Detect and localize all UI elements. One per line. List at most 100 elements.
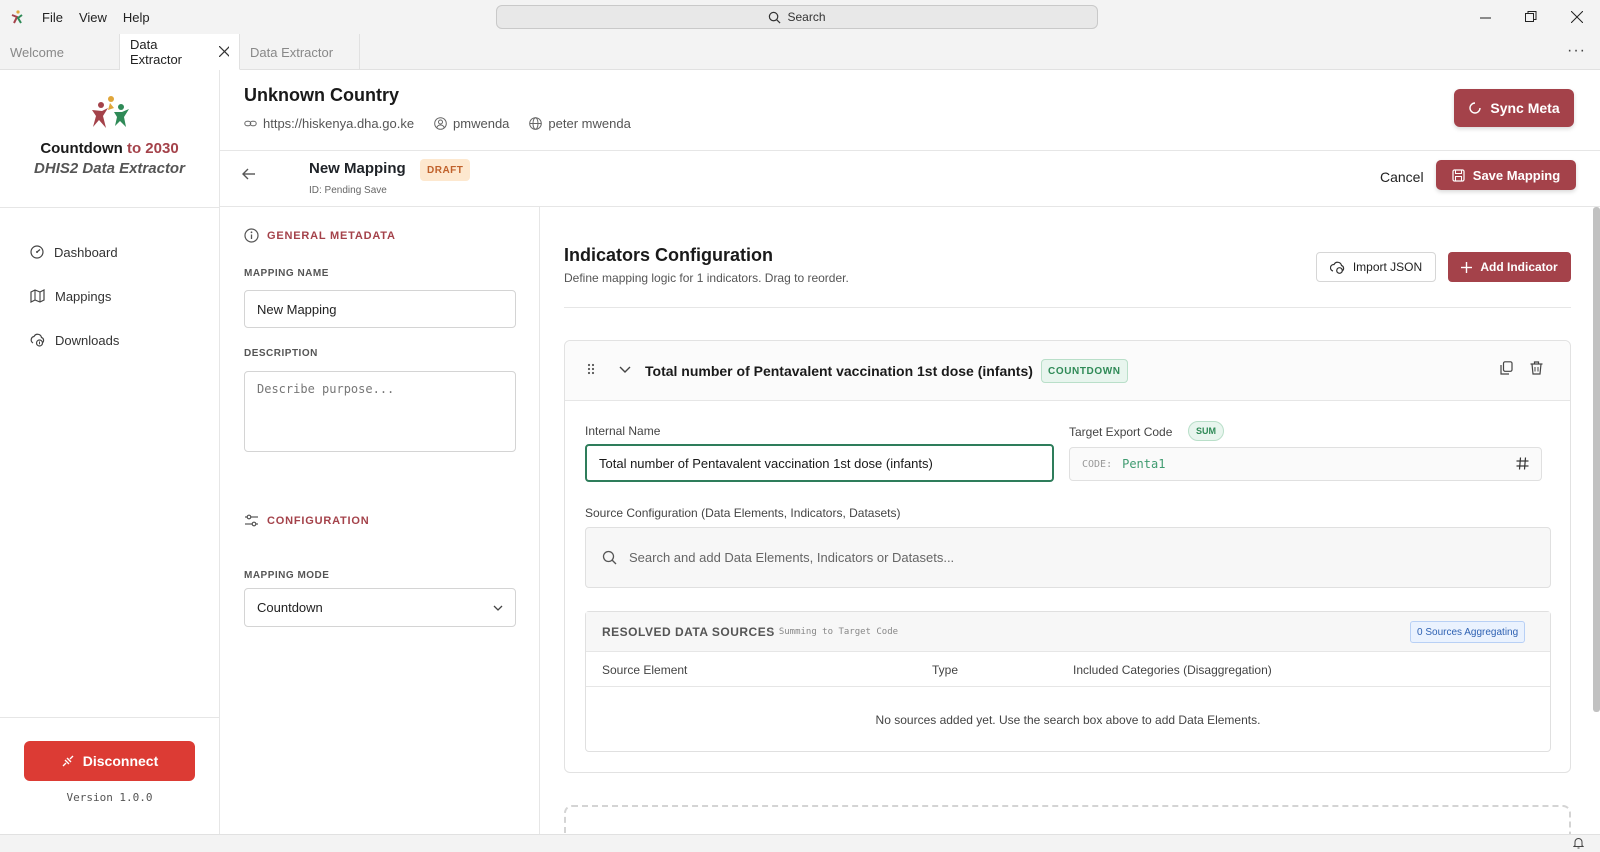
menu-file[interactable]: File (34, 10, 71, 25)
instance-fullname: peter mwenda (529, 116, 631, 131)
tab-data-extractor[interactable]: Data Extractor (240, 34, 360, 70)
sidebar: Countdown to 2030 DHIS2 Data Extractor D… (0, 70, 220, 834)
indicators-title: Indicators Configuration (564, 245, 773, 265)
empty-state-message: No sources added yet. Use the search box… (875, 713, 1261, 727)
indicator-type-badge: COUNTDOWN (1041, 359, 1128, 383)
disconnect-label: Disconnect (82, 753, 159, 769)
more-icon[interactable]: ··· (1567, 42, 1586, 60)
internal-name-label: Internal Name (585, 424, 661, 438)
command-search[interactable]: Search (496, 5, 1098, 29)
column-header: Included Categories (Disaggregation) (1073, 663, 1272, 677)
hash-icon (1516, 455, 1529, 474)
plus-icon (1461, 261, 1473, 273)
trash-icon[interactable] (1530, 361, 1543, 378)
mapping-title: New Mapping (309, 160, 406, 177)
sidebar-item-dashboard[interactable]: Dashboard (0, 230, 219, 274)
tab-bar: Welcome Data Extractor Data Extractor ··… (0, 34, 1600, 70)
menu-view[interactable]: View (71, 10, 115, 25)
map-icon (30, 289, 45, 303)
info-icon (244, 228, 259, 243)
code-value: Penta1 (1122, 457, 1166, 471)
sidebar-nav: Dashboard Mappings Downloads (0, 208, 219, 362)
copy-icon[interactable] (1500, 361, 1513, 378)
resolved-sources-hint: → Summing to Target Code (768, 627, 899, 637)
import-json-button[interactable]: Import JSON (1316, 252, 1436, 282)
close-tab-icon[interactable] (218, 46, 229, 57)
instance-header: Unknown Country https://hiskenya.dha.go.… (220, 70, 1600, 151)
sidebar-footer: Disconnect Version 1.0.0 (0, 717, 219, 834)
app-logo-icon (0, 0, 34, 34)
mapping-config-panel: GENERAL METADATA MAPPING NAME New Mappin… (220, 207, 540, 834)
column-header: Type (932, 663, 959, 677)
drag-handle-icon[interactable] (587, 362, 595, 378)
link-icon (244, 120, 257, 127)
divider (564, 307, 1571, 308)
version-text: Version 1.0.0 (66, 791, 153, 804)
window-controls (1462, 0, 1600, 34)
save-mapping-button[interactable]: Save Mapping (1436, 160, 1576, 190)
add-indicator-label: Add Indicator (1480, 260, 1558, 274)
search-icon (602, 550, 617, 565)
configuration-header: CONFIGURATION (244, 514, 369, 527)
instance-username: pmwenda (434, 116, 509, 131)
indicator-card-header[interactable]: Total number of Pentavalent vaccination … (565, 341, 1570, 401)
bell-icon[interactable] (1572, 837, 1585, 852)
mapping-mode-value: Countdown (257, 600, 323, 615)
menu-bar: File View Help (34, 10, 158, 25)
brand-title: Countdown to 2030 (40, 140, 178, 157)
aggregation-badge: SUM (1188, 421, 1224, 441)
globe-icon (529, 117, 543, 130)
cloud-upload-icon (1329, 261, 1344, 274)
column-header: Source Element (602, 663, 688, 677)
unplug-icon (62, 755, 74, 767)
status-bar (0, 834, 1600, 852)
tab-data-extractor-active[interactable]: Data Extractor (120, 34, 240, 70)
sidebar-item-label: Downloads (55, 332, 120, 348)
countdown-logo (91, 96, 129, 128)
minimize-icon[interactable] (1462, 0, 1508, 34)
menu-help[interactable]: Help (115, 10, 158, 25)
internal-name-input[interactable]: Total number of Pentavalent vaccination … (585, 444, 1054, 482)
dashboard-icon (30, 245, 44, 259)
target-code-input[interactable]: CODE: Penta1 (1069, 447, 1542, 481)
sidebar-item-downloads[interactable]: Downloads (0, 318, 219, 362)
instance-url: https://hiskenya.dha.go.ke (244, 116, 414, 131)
save-mapping-label: Save Mapping (1472, 167, 1561, 183)
download-icon (30, 333, 45, 347)
brand-title-main: Countdown (40, 140, 123, 157)
instance-meta: https://hiskenya.dha.go.ke pmwenda peter… (244, 116, 631, 131)
sidebar-item-mappings[interactable]: Mappings (0, 274, 219, 318)
mapping-name-label: MAPPING NAME (244, 268, 329, 279)
indicators-subtitle: Define mapping logic for 1 indicators. D… (564, 271, 849, 285)
sync-meta-button[interactable]: Sync Meta (1454, 89, 1574, 127)
chevron-down-icon[interactable] (619, 361, 631, 377)
username-text: pmwenda (453, 116, 510, 131)
mapping-mode-select[interactable]: Countdown (244, 588, 516, 627)
tab-welcome[interactable]: Welcome (0, 34, 120, 70)
command-search-label: Search (787, 10, 826, 24)
tab-label: Data Extractor (130, 36, 183, 67)
restore-icon[interactable] (1508, 0, 1554, 34)
disconnect-button[interactable]: Disconnect (24, 741, 195, 781)
sidebar-item-label: Mappings (55, 288, 112, 304)
refresh-icon (1469, 102, 1482, 114)
source-search-input[interactable]: Search and add Data Elements, Indicators… (585, 527, 1551, 588)
instance-url-text: https://hiskenya.dha.go.ke (263, 116, 415, 131)
sync-meta-label: Sync Meta (1490, 100, 1560, 116)
resolved-sources-title: RESOLVED DATA SOURCES (602, 625, 775, 639)
back-arrow-icon[interactable] (242, 167, 256, 185)
scrollbar[interactable] (1593, 207, 1600, 712)
cancel-button[interactable]: Cancel (1380, 169, 1424, 185)
resolved-sources-header: RESOLVED DATA SOURCES → Summing to Targe… (586, 612, 1550, 652)
tab-label: Welcome (10, 44, 64, 60)
brand-title-accent: to 2030 (126, 140, 179, 157)
brand-subtitle: DHIS2 Data Extractor (34, 160, 185, 177)
description-textarea[interactable]: Describe purpose... (244, 371, 516, 452)
save-icon (1452, 168, 1465, 182)
close-window-icon[interactable] (1554, 0, 1600, 34)
tab-label: Data Extractor (250, 44, 334, 60)
sources-count-badge: 0 Sources Aggregating (1410, 621, 1526, 643)
add-indicator-button[interactable]: Add Indicator (1448, 252, 1571, 282)
mapping-name-input[interactable]: New Mapping (244, 290, 516, 328)
search-icon (769, 11, 781, 23)
